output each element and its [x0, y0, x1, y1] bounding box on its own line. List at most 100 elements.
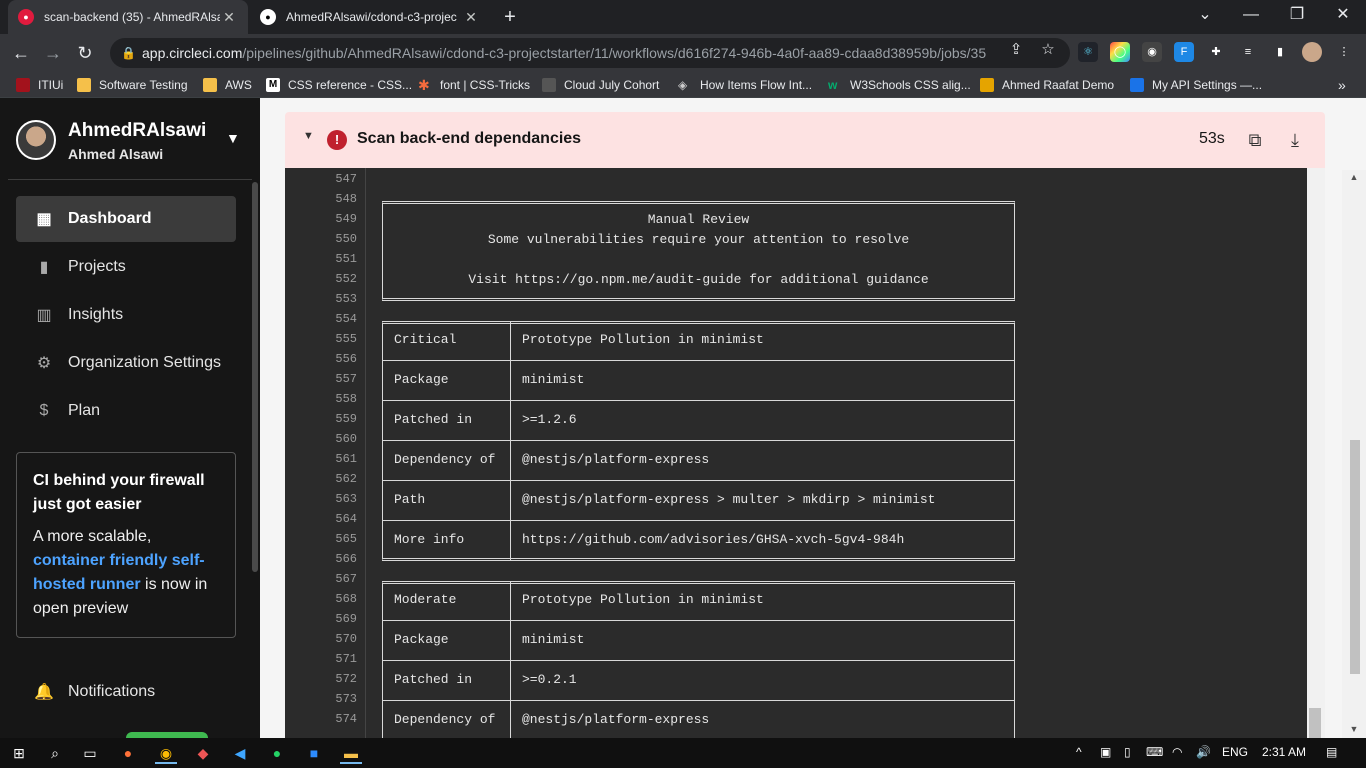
bookmark-w3schools[interactable]: w W3Schools CSS alig...	[828, 72, 971, 98]
sidebar-item-projects[interactable]: ▮ Projects	[16, 244, 236, 290]
line-number: 551	[335, 252, 357, 266]
new-tab-button[interactable]: +	[498, 5, 522, 29]
table-row-divider	[382, 400, 1015, 401]
bookmark-css-reference[interactable]: M CSS reference - CSS...	[266, 72, 412, 98]
react-devtools-icon[interactable]: ⚛	[1078, 42, 1098, 62]
tab-search-icon[interactable]: ⌄	[1182, 0, 1228, 32]
chrome-icon[interactable]: ◉	[155, 742, 177, 764]
table-row-divider	[382, 620, 1015, 621]
side-panel-icon[interactable]: ▮	[1270, 42, 1290, 62]
share-icon[interactable]: ⇪	[1005, 39, 1027, 61]
sidebar-item-insights[interactable]: ▥ Insights	[16, 292, 236, 338]
app-icon[interactable]: ◆	[192, 742, 214, 764]
close-tab-icon[interactable]: ✕	[220, 9, 238, 26]
zoom-icon[interactable]: ■	[303, 742, 325, 764]
vscode-icon[interactable]: ◀	[229, 742, 251, 764]
line-number: 558	[335, 392, 357, 406]
chevron-up-icon[interactable]: ^	[1076, 745, 1082, 759]
back-icon[interactable]: ←	[8, 40, 34, 66]
page-scrollbar[interactable]: ▲ ▼	[1342, 170, 1366, 738]
profile-avatar-icon[interactable]	[1302, 42, 1322, 62]
browser-tab-strip: ● scan-backend (35) - AhmedRAlsa ✕ ● Ahm…	[0, 0, 1366, 34]
close-tab-icon[interactable]: ✕	[462, 9, 480, 26]
restore-button[interactable]: ❐	[1274, 0, 1320, 32]
step-header[interactable]: ▼ ! Scan back-end dependancies 53s ⧉ ⤓	[285, 112, 1325, 168]
dashboard-icon: ▦	[36, 211, 52, 228]
line-number: 566	[335, 552, 357, 566]
bookmark-star-icon[interactable]: ☆	[1037, 39, 1059, 61]
clock[interactable]: 2:31 AM	[1262, 745, 1306, 759]
bookmark-how-items-flow[interactable]: ◈ How Items Flow Int...	[678, 72, 812, 98]
extension-circle-icon[interactable]: ◉	[1142, 42, 1162, 62]
bookmark-my-api-settings[interactable]: My API Settings —...	[1130, 72, 1262, 98]
url-path: /pipelines/github/AhmedRAlsawi/cdond-c3-…	[242, 45, 987, 61]
sidebar-item-notifications[interactable]: 🔔 Notifications	[34, 682, 155, 702]
user-name: Ahmed Alsawi	[68, 146, 164, 162]
bookmark-label: W3Schools CSS alig...	[850, 78, 971, 92]
sidebar-item-dashboard[interactable]: ▦ Dashboard	[16, 196, 236, 242]
tab-title: AhmedRAlsawi/cdond-c3-projec	[286, 10, 457, 24]
wifi-icon[interactable]: ◠	[1172, 745, 1182, 759]
colorzilla-icon[interactable]: ◯	[1110, 42, 1130, 62]
volume-icon[interactable]: 🔊	[1196, 745, 1211, 759]
bookmark-label: CSS reference - CSS...	[288, 78, 413, 92]
language-indicator[interactable]: ENG	[1222, 745, 1248, 759]
battery-icon[interactable]: ▯	[1124, 745, 1131, 759]
table-value: @nestjs/platform-express > multer > mkdi…	[522, 492, 936, 507]
tab-circleci[interactable]: ● scan-backend (35) - AhmedRAlsa ✕	[8, 0, 248, 34]
search-icon[interactable]: ⌕	[44, 742, 66, 764]
review-guidance: Visit https://go.npm.me/audit-guide for …	[468, 272, 929, 287]
url-host: app.circleci.com	[142, 45, 243, 61]
bookmark-label: ITIUi	[38, 78, 64, 92]
sidebar-item-plan[interactable]: $ Plan	[16, 388, 236, 434]
sidebar-item-label: Organization Settings	[68, 354, 221, 371]
bookmark-itiui[interactable]: ITIUi	[16, 72, 63, 98]
bookmark-cloud-july[interactable]: Cloud July Cohort	[542, 72, 659, 98]
forward-icon[interactable]: →	[40, 40, 66, 66]
task-view-icon[interactable]: ▭	[79, 742, 101, 764]
minimize-button[interactable]: —	[1228, 0, 1274, 32]
more-bookmarks-icon[interactable]: »	[1338, 72, 1346, 98]
reading-list-icon[interactable]: ≡	[1238, 42, 1258, 62]
scroll-up-icon[interactable]: ▲	[1348, 172, 1360, 182]
open-external-icon[interactable]: ⧉	[1243, 128, 1267, 152]
whatsapp-icon[interactable]: ●	[266, 742, 288, 764]
tray-app-icon[interactable]: ▣	[1100, 745, 1111, 759]
sidebar-item-organization-settings[interactable]: ⚙ Organization Settings	[16, 340, 236, 386]
notification-center-icon[interactable]: ▤	[1326, 745, 1337, 759]
extensions-puzzle-icon[interactable]: ✚	[1206, 42, 1226, 62]
menu-kebab-icon[interactable]: ⋮	[1334, 42, 1354, 62]
table-key: Patched in	[394, 672, 473, 687]
line-number: 571	[335, 652, 357, 666]
scrollbar-thumb[interactable]	[1350, 440, 1360, 674]
file-explorer-icon[interactable]: ▬	[340, 742, 362, 764]
line-number: 548	[335, 192, 357, 206]
collapse-caret-icon[interactable]: ▼	[303, 130, 314, 142]
scroll-down-icon[interactable]: ▼	[1348, 724, 1360, 734]
bookmark-aws[interactable]: AWS	[203, 72, 252, 98]
fontfinder-icon[interactable]: F	[1174, 42, 1194, 62]
line-number: 560	[335, 432, 357, 446]
bookmark-software-testing[interactable]: Software Testing	[77, 72, 188, 98]
close-window-button[interactable]: ✕	[1320, 0, 1366, 32]
chevron-down-icon[interactable]: ▼	[226, 130, 240, 146]
reload-icon[interactable]: ↻	[72, 40, 98, 66]
windows-start-icon[interactable]: ⊞	[8, 742, 30, 764]
tab-github[interactable]: ● AhmedRAlsawi/cdond-c3-projec ✕	[250, 0, 490, 34]
address-bar[interactable]: 🔒 app.circleci.com/pipelines/github/Ahme…	[110, 38, 1070, 68]
console-scrollbar[interactable]	[1307, 168, 1325, 738]
bookmark-label: Ahmed Raafat Demo	[1002, 78, 1115, 92]
sidebar-scrollbar[interactable]	[252, 182, 258, 572]
scrollbar-thumb[interactable]	[1309, 708, 1321, 738]
bookmark-css-tricks[interactable]: ✱ font | CSS-Tricks	[418, 72, 530, 98]
org-switcher[interactable]: AhmedRAlsawi Ahmed Alsawi ▼	[16, 118, 246, 168]
projects-icon: ▮	[39, 259, 49, 276]
bookmark-ahmed-raafat[interactable]: Ahmed Raafat Demo	[980, 72, 1114, 98]
firefox-icon[interactable]: ●	[117, 742, 139, 764]
table-key: Dependency of	[394, 712, 496, 727]
bell-icon: 🔔	[34, 684, 54, 701]
input-indicator-icon[interactable]: ⌨	[1146, 745, 1163, 759]
sidebar-item-label: Insights	[68, 306, 124, 323]
download-icon[interactable]: ⤓	[1283, 128, 1307, 152]
bookmark-favicon-icon	[1130, 78, 1144, 92]
